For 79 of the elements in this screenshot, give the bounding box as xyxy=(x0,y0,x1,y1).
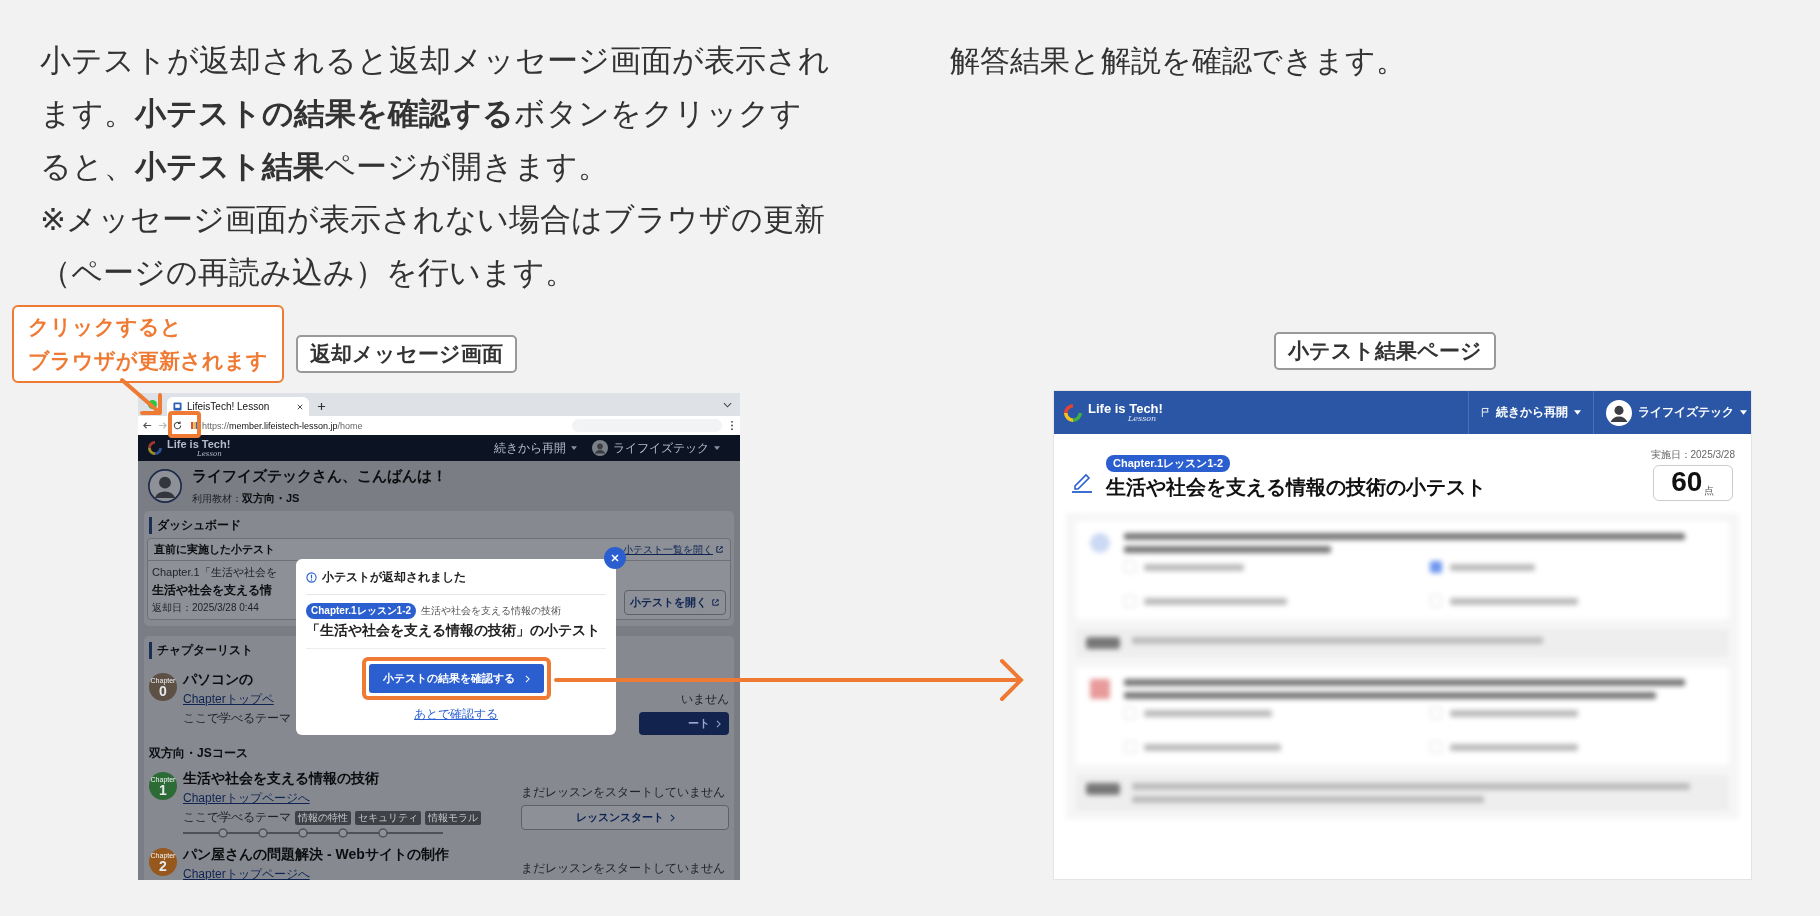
info-icon xyxy=(306,572,317,583)
open-test-button[interactable]: 小テストを開く xyxy=(624,590,726,615)
caret-icon xyxy=(1574,410,1581,415)
close-icon xyxy=(610,553,620,563)
lesson-start-button[interactable]: レッスンスタート xyxy=(521,805,729,830)
back-icon[interactable] xyxy=(142,420,153,431)
theme-label: ここで学べるテーマ xyxy=(183,710,291,727)
resume-menu[interactable]: 続きから再開 xyxy=(494,439,566,457)
avatar-icon xyxy=(148,469,182,503)
test-title: 「生活や社会を支える情報の技術」の小テスト xyxy=(306,619,606,649)
new-tab-icon[interactable] xyxy=(317,402,326,411)
caption-label: 小テスト結果ページ xyxy=(1273,332,1496,370)
caption-label: 返却メッセージ画面 xyxy=(296,335,517,373)
flag-icon xyxy=(1481,407,1490,418)
status-text: まだレッスンをスタートしていません xyxy=(521,784,726,801)
chapter-title: 生活や社会を支える情報の技術 xyxy=(183,770,380,788)
external-link-icon xyxy=(715,545,724,554)
chapter-top-link[interactable]: Chapterトップペ xyxy=(183,691,293,708)
external-link-icon xyxy=(711,598,720,607)
logo-subtext: Lesson xyxy=(1128,415,1158,423)
test-title: 生活や社会を支える情報の技術の小テスト xyxy=(1106,475,1486,500)
instruction-text: 小テストが返却されると返却メッセージ画面が表示されます。小テストの結果を確認するボタンをクリックすると、小テスト結果ページが開きます。 xyxy=(40,42,830,186)
chapter-text: Chapter.1「生活や社会を xyxy=(152,565,278,580)
dialog-title: 小テストが返却されました xyxy=(322,569,466,586)
test-list-link[interactable]: 小テスト一覧を開く xyxy=(623,542,724,557)
status-text: まだレッスンをスタートしていません xyxy=(521,860,726,877)
caret-icon[interactable] xyxy=(714,446,720,450)
card-title: 直前に実施した小テスト xyxy=(154,542,275,557)
theme-tag: セキュリティ xyxy=(355,810,421,825)
logo-icon[interactable] xyxy=(148,441,162,455)
favicon-icon xyxy=(173,402,182,411)
status-text: いません xyxy=(680,691,729,708)
start-button[interactable]: ート xyxy=(639,712,729,735)
browser-tab[interactable]: LifeisTech! Lesson xyxy=(167,397,309,416)
chevron-right-icon xyxy=(669,813,675,822)
user-menu[interactable]: ライフイズテック xyxy=(1593,391,1751,434)
course-label: 双方向・JSコース xyxy=(149,745,249,762)
highlight-frame xyxy=(168,411,201,438)
later-link[interactable]: あとで確認する xyxy=(414,706,498,723)
date-text: 実施日：2025/3/28 xyxy=(1650,448,1735,462)
chapter-name: 生活や社会を支える情報の技術 xyxy=(421,604,562,618)
return-date: 返却日：2025/3/28 0:44 xyxy=(152,601,260,615)
chapter-title: パソコンの xyxy=(183,671,254,689)
address-field[interactable]: https://member.lifeistech-lesson.jp/home xyxy=(202,420,363,431)
chapter-badge: Chapter.1レッスン1-2 xyxy=(1106,455,1231,472)
menu-icon[interactable] xyxy=(730,420,734,431)
avatar-icon[interactable] xyxy=(592,440,608,456)
theme-tag: 情報の特性 xyxy=(295,810,351,825)
test-title: 生活や社会を支える情 xyxy=(152,582,273,599)
close-icon[interactable] xyxy=(297,403,303,410)
chapter-top-link[interactable]: Chapterトップページへ xyxy=(183,866,483,880)
score-box: 60 点 xyxy=(1652,465,1733,501)
avatar-icon xyxy=(1606,399,1632,426)
chapter-badge: Chapter.1レッスン1-2 xyxy=(306,603,417,619)
callout-note: クリックすると ブラウザが更新されます xyxy=(12,305,284,383)
site-icon xyxy=(191,422,198,429)
material-label: 利用教材： xyxy=(192,492,242,504)
instruction-text: ※メッセージ画面が表示されない場合はブラウザの更新（ページの再読み込み）を行います。 xyxy=(40,201,826,292)
confirm-result-button[interactable]: 小テストの結果を確認する xyxy=(368,664,544,693)
caret-icon[interactable] xyxy=(571,446,577,450)
caret-icon xyxy=(1740,410,1747,415)
theme-tag: 情報モラル xyxy=(425,810,481,825)
theme-label: ここで学べるテーマ xyxy=(183,809,291,826)
greeting-text: ライフイズテックさん、こんばんは！ xyxy=(192,466,447,486)
logo-text[interactable]: Life is Tech! xyxy=(167,438,231,450)
chevron-right-icon xyxy=(716,719,721,728)
logo-icon[interactable] xyxy=(1064,403,1082,422)
instruction-text: 解答結果と解説を確認できます。 xyxy=(950,43,1406,79)
section-title: ダッシュボード xyxy=(149,517,731,534)
pointer-arrow xyxy=(120,378,162,415)
material-text: 双方向・JS xyxy=(242,491,300,504)
chapter-top-link[interactable]: Chapterトップページへ xyxy=(183,790,483,807)
chapter-title: パン屋さんの問題解決 - Webサイトの制作 xyxy=(183,846,450,864)
chevron-right-icon xyxy=(524,674,530,683)
reload-icon[interactable] xyxy=(172,420,183,431)
chevron-down-icon[interactable] xyxy=(723,402,732,408)
logo-text[interactable]: Life is Tech! xyxy=(1088,402,1163,415)
user-menu[interactable]: ライフイズテック xyxy=(613,439,709,457)
resume-menu[interactable]: 続きから再開 xyxy=(1468,391,1593,434)
